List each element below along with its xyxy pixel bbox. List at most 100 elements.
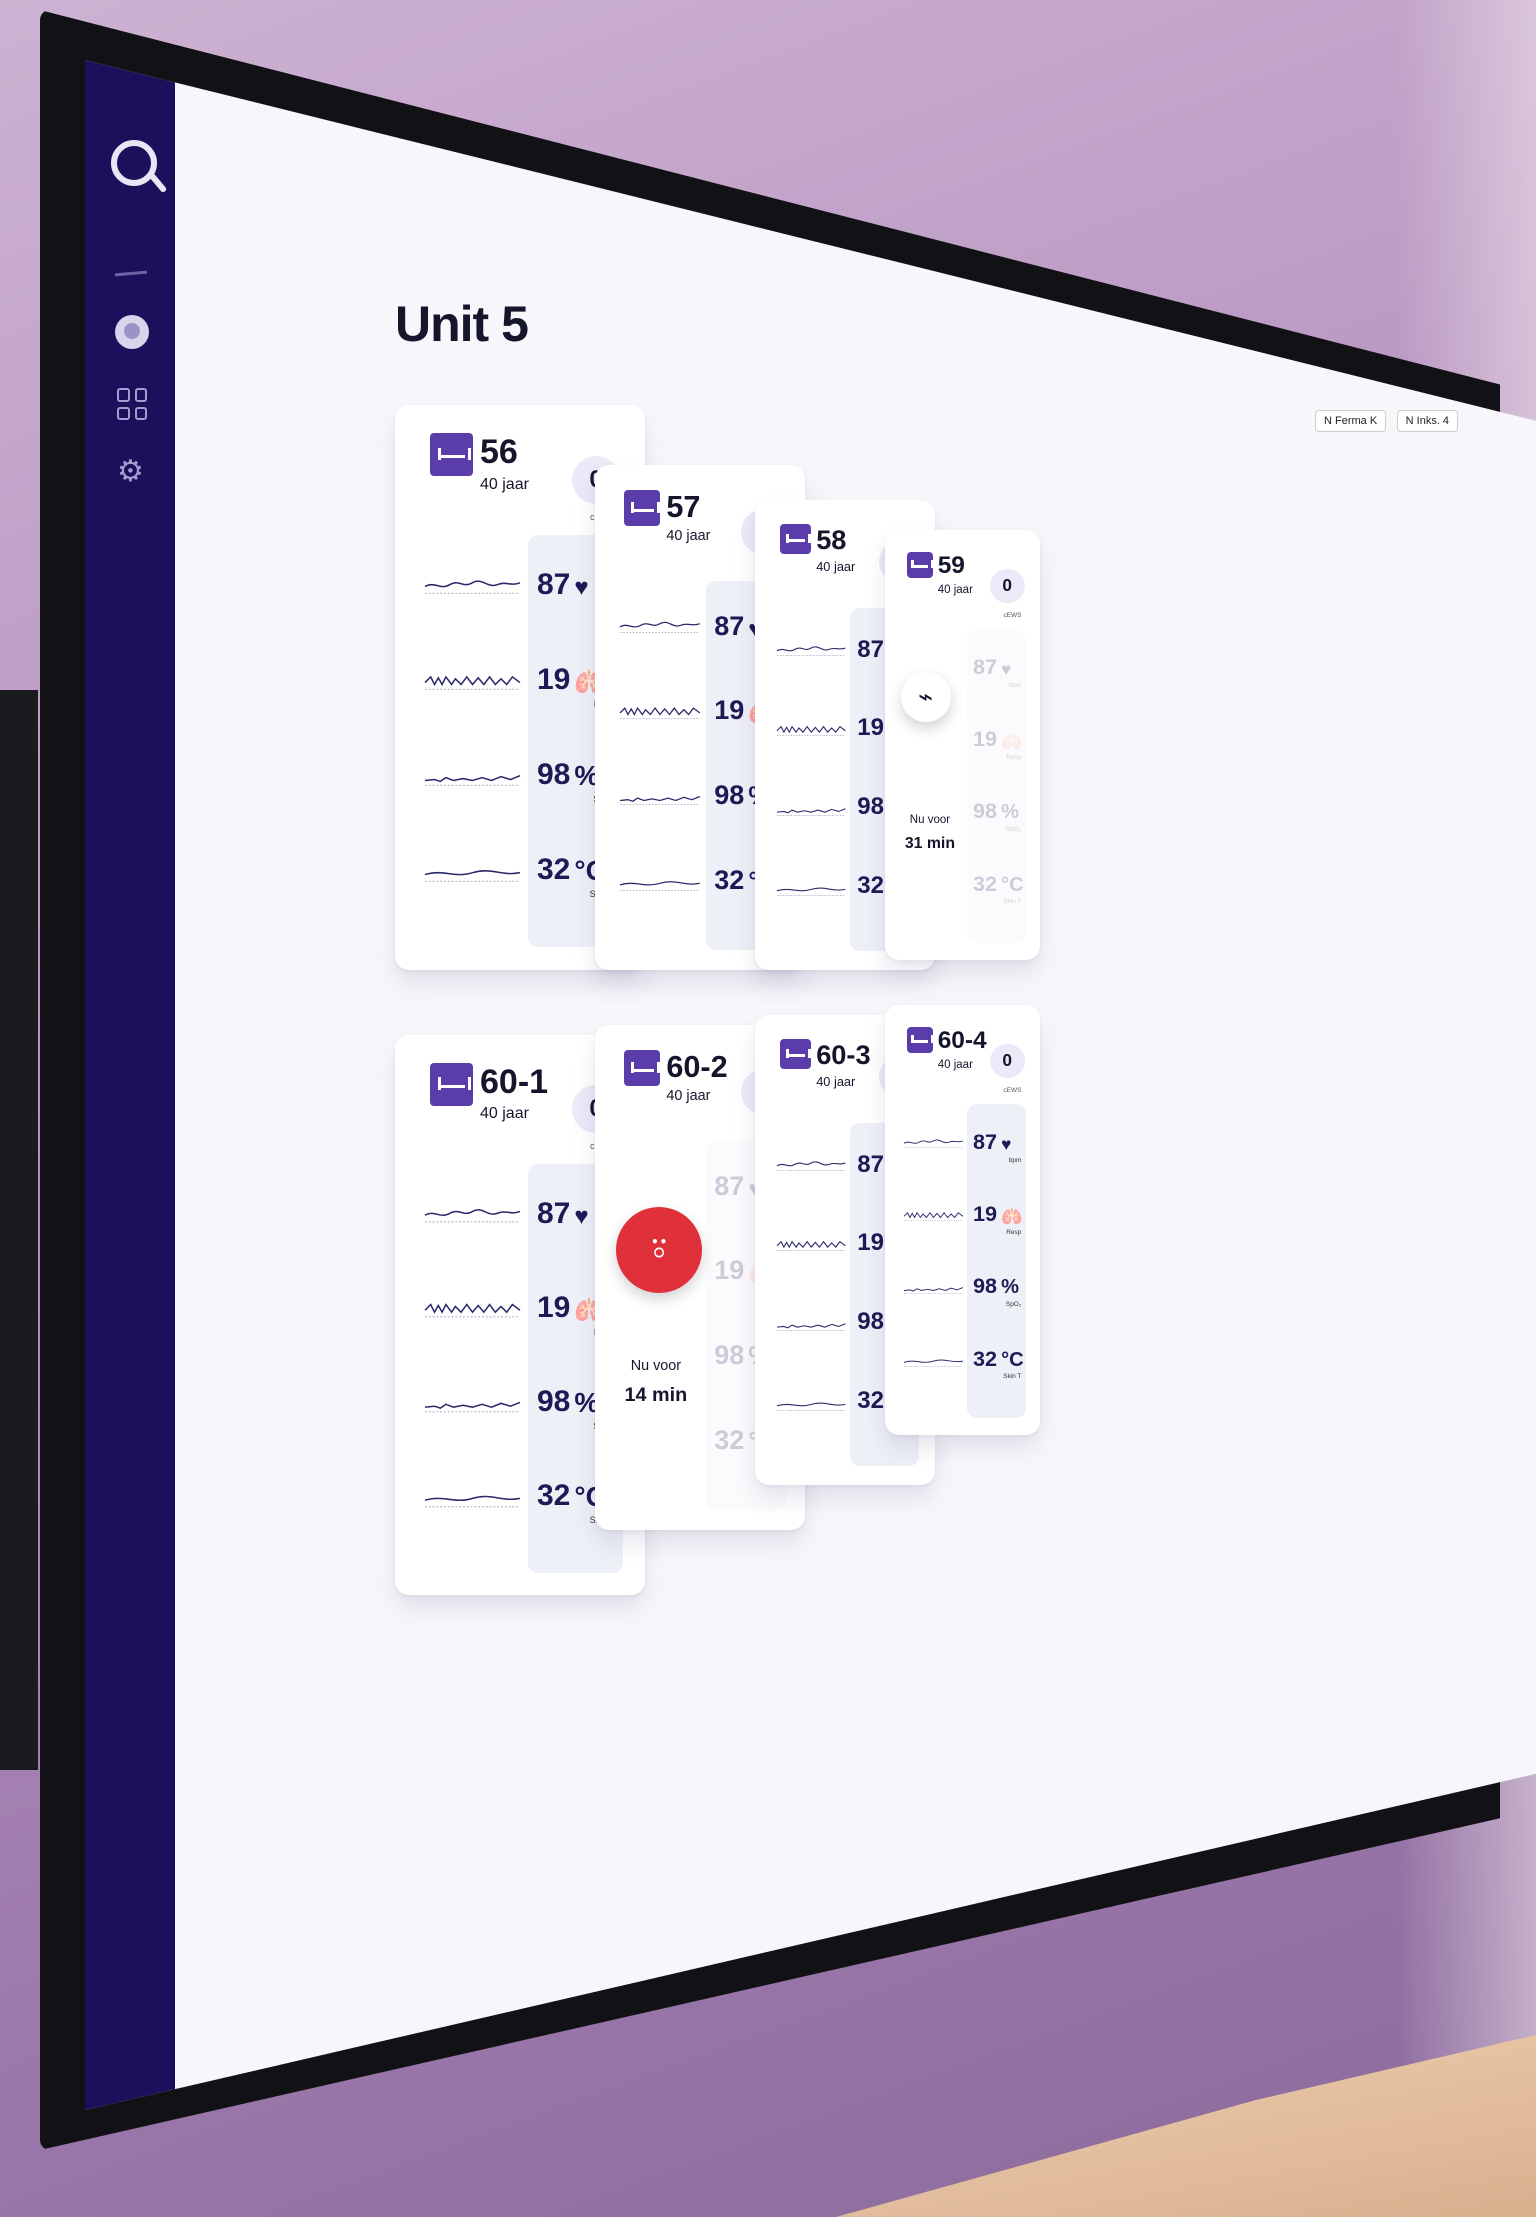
- bed-card[interactable]: 60-4 40 jaar 0 cEWS 87 ♥ bpm 19 🫁 Resp 98% SpO₂ 32 °C…: [885, 1005, 1040, 1435]
- resp-waveform: [424, 1302, 521, 1318]
- lungs-icon: 🫁: [1001, 1206, 1023, 1227]
- skin-temperature-unit-symbol: °C: [1001, 1348, 1024, 1371]
- spo2-value: 98: [857, 793, 884, 821]
- heart-rate-value: 87: [857, 635, 884, 663]
- patient-age: 40 jaar: [937, 583, 973, 596]
- patient-age: 40 jaar: [816, 1073, 856, 1089]
- ecg-waveform: [776, 646, 846, 657]
- pleth-waveform: [776, 808, 846, 816]
- resp-waveform: [776, 725, 846, 736]
- resp-waveform: [903, 1211, 963, 1221]
- spo2-row: 98% SpO₂: [973, 1273, 1021, 1308]
- cews-score: 0: [989, 1043, 1025, 1079]
- cews-label: cEWS: [1003, 1086, 1022, 1094]
- user-chips: N Ferma K N Inks. 4: [1315, 410, 1464, 432]
- patient-absent-alert: ⍤: [616, 1206, 703, 1294]
- skin-temperature-unit: Skin T: [1003, 1373, 1022, 1381]
- skin-temperature-row: 32°C Skin T: [973, 1345, 1024, 1381]
- waveform-column: [424, 552, 521, 936]
- bed-icon: [780, 523, 811, 555]
- user-x-icon: ⍤: [646, 1225, 673, 1274]
- skin-temperature-unit: Skin T: [1003, 898, 1022, 906]
- patient-age: 40 jaar: [666, 1088, 711, 1105]
- skin-temperature-value: 32: [714, 865, 745, 896]
- temp-waveform: [620, 880, 701, 891]
- spo2-unit: SpO₂: [1005, 826, 1022, 834]
- bed-number: 59: [937, 551, 965, 579]
- skin-temperature-value: 32: [973, 870, 998, 896]
- heart-rate-value: 87: [537, 567, 571, 601]
- alert-duration: 31 min: [904, 835, 956, 853]
- spo2-value: 98: [714, 1340, 745, 1371]
- resp-waveform: [776, 1240, 846, 1251]
- sidebar-divider: [114, 270, 148, 277]
- q-logo-icon[interactable]: [111, 140, 157, 186]
- alert-label: Nu voor: [630, 1358, 682, 1375]
- heart-rate-value: 87: [973, 1129, 998, 1154]
- skin-temperature-unit-symbol: °C: [1001, 873, 1024, 896]
- bed-icon: [624, 1050, 661, 1086]
- heart-rate-value: 87: [857, 1150, 884, 1178]
- heart-rate-value: 87: [714, 610, 745, 641]
- resp-waveform: [619, 707, 701, 719]
- user-chip[interactable]: N Ferma K: [1315, 410, 1387, 432]
- waveform-column: [424, 1181, 521, 1562]
- cews-label: cEWS: [1003, 611, 1022, 619]
- skin-temperature-value: 32: [537, 1478, 571, 1512]
- ecg-waveform: [903, 1139, 963, 1148]
- respiration-rate-unit: Resp: [1006, 1228, 1022, 1236]
- heart-icon: ♥: [1001, 659, 1012, 679]
- vitals-panel: 87♥ bpm 19🫁Resp 98% SpO₂ 32°C Skin T: [967, 628, 1027, 943]
- lungs-icon: 🫁: [1001, 731, 1023, 752]
- waveform-column: [776, 622, 846, 942]
- ecg-waveform: [619, 622, 701, 634]
- pleth-waveform: [776, 1323, 846, 1331]
- avatar-icon[interactable]: [115, 315, 149, 349]
- heart-rate-value: 87: [537, 1196, 571, 1230]
- skin-temperature-value: 32: [973, 1345, 998, 1371]
- patient-age: 40 jaar: [937, 1058, 973, 1071]
- respiration-rate-row: 19🫁Resp: [973, 1201, 1023, 1236]
- heart-rate-value: 87: [714, 1170, 745, 1201]
- temp-waveform: [903, 1359, 963, 1367]
- bed-icon: [906, 551, 935, 578]
- pleth-waveform: [903, 1287, 963, 1294]
- user-chip[interactable]: N Inks. 4: [1396, 410, 1459, 432]
- bed-icon: [624, 490, 661, 526]
- alert-duration: 14 min: [624, 1383, 688, 1406]
- skin-temperature-value: 32: [537, 852, 571, 886]
- heart-rate-row: 87♥ bpm: [973, 654, 1021, 689]
- spo2-unit-symbol: %: [1001, 1276, 1020, 1299]
- respiration-rate-value: 19: [714, 695, 745, 726]
- bed-number: 60-4: [937, 1026, 987, 1054]
- patient-age: 40 jaar: [480, 475, 529, 493]
- wall-bracket: [0, 690, 38, 1770]
- spo2-row: 98% SpO₂: [973, 798, 1021, 833]
- skin-temperature-value: 32: [857, 872, 884, 900]
- spo2-value: 98: [537, 757, 571, 791]
- respiration-rate-unit: Resp: [1006, 753, 1022, 761]
- bed-number: 60-1: [480, 1063, 549, 1101]
- wifi-off-icon: ⌁: [918, 683, 934, 712]
- skin-temperature-row: 32°C Skin T: [973, 870, 1024, 906]
- bed-card[interactable]: 59 40 jaar 0 cEWS 87 ♥ bpm 19 🫁 Resp 98% SpO₂ 32 °C Sk…: [885, 530, 1040, 960]
- pleth-waveform: [424, 1401, 521, 1413]
- gear-icon[interactable]: ⚙: [117, 457, 145, 487]
- respiration-rate-row: 19🫁Resp: [973, 726, 1023, 761]
- waveform-column: [776, 1137, 846, 1457]
- patient-age: 40 jaar: [666, 528, 711, 545]
- skin-temperature-value: 32: [714, 1425, 745, 1456]
- pleth-waveform: [424, 775, 521, 786]
- bed-number: 60-2: [666, 1050, 728, 1085]
- respiration-rate-value: 19: [857, 1229, 884, 1257]
- heart-rate-row: 87♥ bpm: [973, 1129, 1021, 1164]
- skin-temperature-value: 32: [857, 1387, 884, 1415]
- bed-icon: [906, 1026, 935, 1053]
- spo2-value: 98: [714, 780, 745, 811]
- grid-icon[interactable]: [117, 388, 147, 420]
- bed-number: 57: [666, 490, 701, 525]
- screen: ⚙ Unit 5 N Ferma K N Inks. 4 56 40 jaar 0 c…: [85, 60, 1536, 2110]
- spo2-value: 98: [973, 1273, 998, 1299]
- respiration-rate-value: 19: [973, 726, 998, 752]
- respiration-rate-value: 19: [537, 662, 571, 696]
